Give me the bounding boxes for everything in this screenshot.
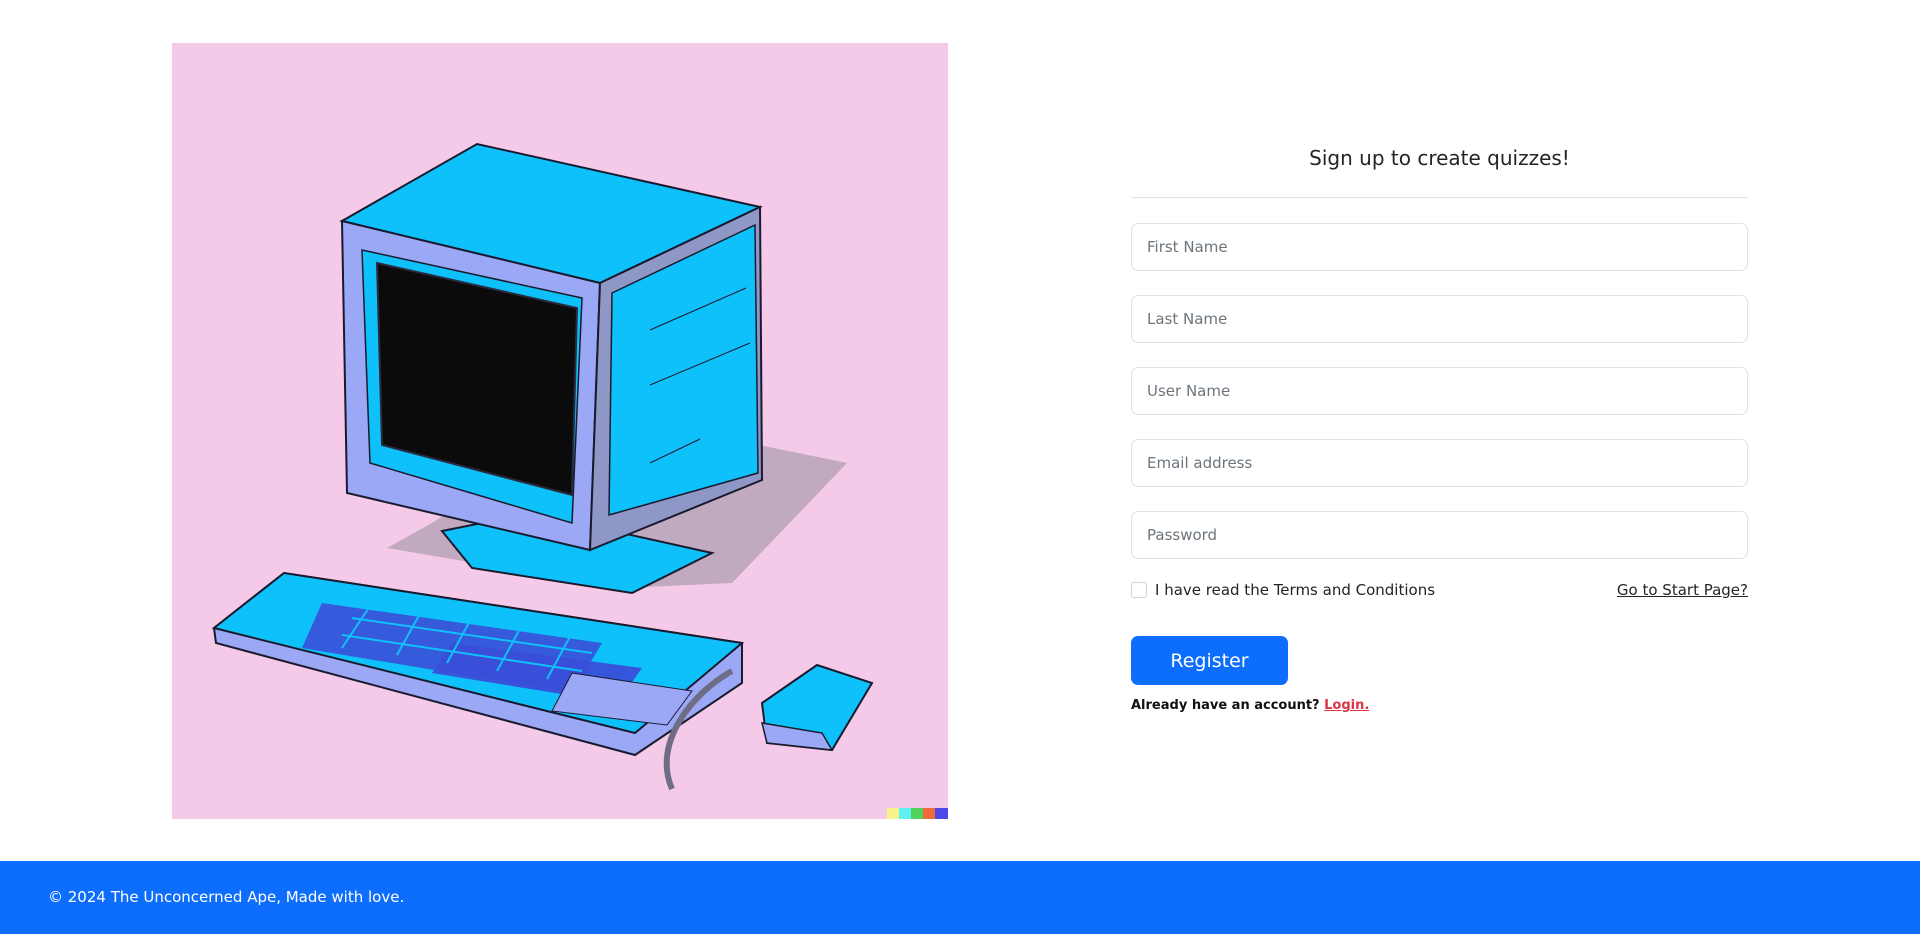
terms-row: I have read the Terms and Conditions <box>1131 579 1435 601</box>
login-link[interactable]: Login. <box>1324 698 1369 713</box>
title-divider <box>1131 197 1748 198</box>
terms-checkbox[interactable] <box>1131 582 1147 598</box>
form-title: Sign up to create quizzes! <box>1309 146 1570 170</box>
terms-label[interactable]: I have read the Terms and Conditions <box>1155 581 1435 599</box>
last-name-field[interactable] <box>1131 295 1748 343</box>
footer: © 2024 The Unconcerned Ape, Made with lo… <box>0 861 1920 934</box>
user-name-field[interactable] <box>1131 367 1748 415</box>
retro-computer-illustration <box>172 43 948 819</box>
account-prompt-text: Already have an account? <box>1131 698 1320 713</box>
start-page-link[interactable]: Go to Start Page? <box>1617 581 1748 599</box>
footer-text: © 2024 The Unconcerned Ape, Made with lo… <box>48 888 405 906</box>
login-prompt: Already have an account? Login. <box>1131 698 1369 713</box>
password-field[interactable] <box>1131 511 1748 559</box>
register-button[interactable]: Register <box>1131 636 1288 685</box>
email-field[interactable] <box>1131 439 1748 487</box>
first-name-field[interactable] <box>1131 223 1748 271</box>
